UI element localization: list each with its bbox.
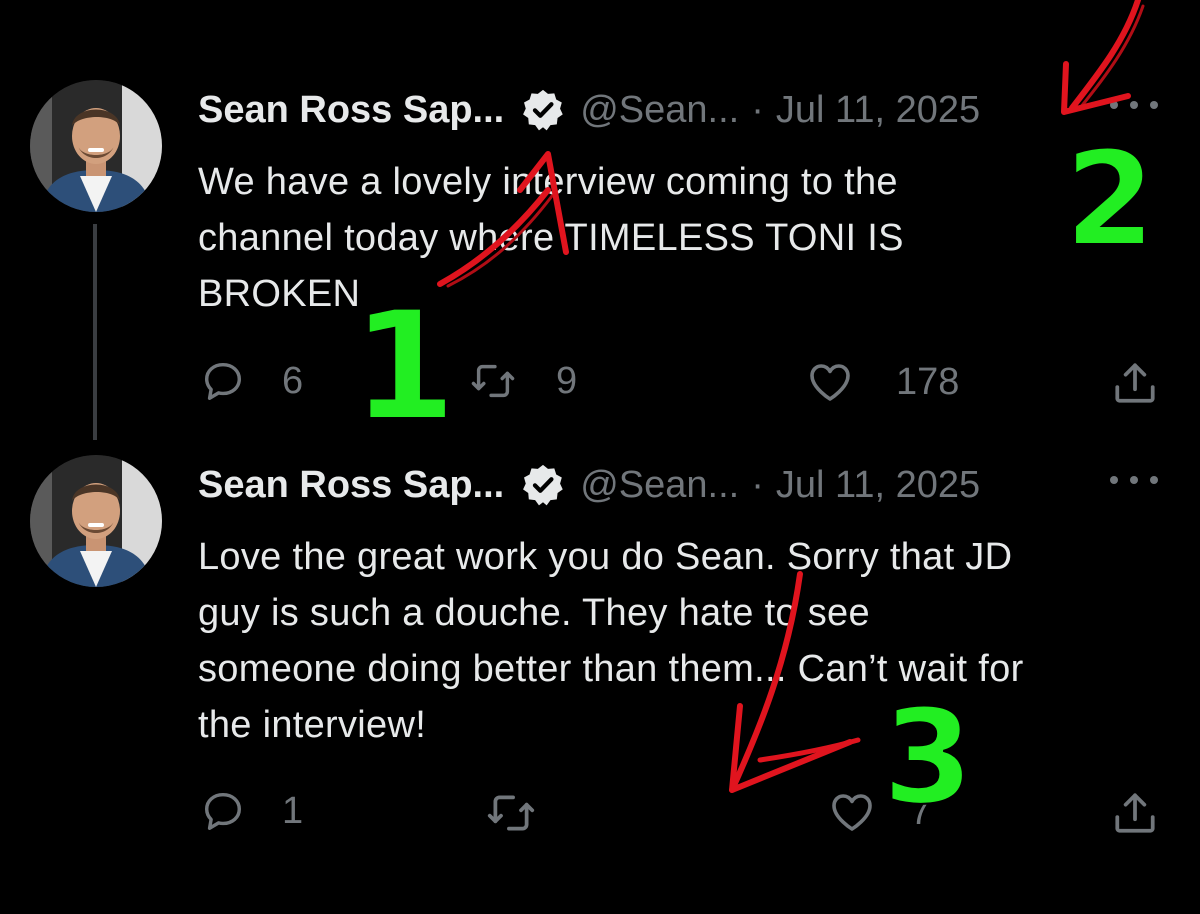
separator-dot: · [751, 463, 764, 506]
like-icon [832, 794, 872, 831]
like-button[interactable]: 178 [806, 358, 959, 406]
tweet-text: Love the great work you do Sean. Sorry t… [198, 529, 1178, 753]
share-button[interactable] [1110, 358, 1160, 408]
retweet-button[interactable]: 9 [470, 358, 577, 404]
tweet-text-line: guy is such a douche. They hate to see [198, 592, 870, 634]
separator-dot: · [751, 88, 764, 131]
like-button[interactable]: 7 [828, 788, 931, 836]
tweet-text-line: Love the great work you do Sean. Sorry t… [198, 536, 1013, 578]
thread-connector-line [93, 224, 97, 440]
verified-badge-icon [523, 89, 563, 131]
author-name[interactable]: Sean Ross Sap... [198, 89, 504, 132]
tweet-header: Sean Ross Sap... @Sean... · Jul 11, 2025 [198, 80, 980, 140]
like-icon [810, 364, 850, 401]
author-handle[interactable]: @Sean... [580, 89, 739, 132]
reply-count: 6 [282, 359, 304, 402]
thread-view: Sean Ross Sap... @Sean... · Jul 11, 2025… [0, 0, 1200, 914]
tweet-text: We have a lovely interview coming to the… [198, 154, 1178, 322]
tweet-text-line: channel today where TIMELESS TONI IS [198, 217, 904, 259]
avatar-photo [30, 80, 162, 212]
tweet-text-line: someone doing better than them... Can’t … [198, 648, 1024, 690]
more-icon[interactable] [1110, 95, 1158, 115]
share-button[interactable] [1110, 788, 1160, 838]
avatar[interactable] [30, 80, 162, 212]
retweet-icon [471, 364, 515, 398]
retweet-button[interactable] [486, 788, 570, 838]
tweet-text-line: the interview! [198, 704, 427, 746]
reply-button[interactable]: 1 [200, 788, 303, 834]
more-icon[interactable] [1110, 470, 1158, 490]
reply-icon [204, 362, 242, 400]
avatar-photo [30, 455, 162, 587]
reply-button[interactable]: 6 [200, 358, 303, 404]
author-handle[interactable]: @Sean... [580, 464, 739, 507]
share-icon [1115, 363, 1155, 403]
like-count: 7 [910, 790, 932, 833]
tweet-date[interactable]: Jul 11, 2025 [776, 89, 980, 132]
reply-icon [204, 792, 242, 830]
tweet-date[interactable]: Jul 11, 2025 [776, 464, 980, 507]
like-count: 178 [896, 360, 960, 403]
tweet-text-line: BROKEN [198, 273, 361, 315]
tweet-text-line: We have a lovely interview coming to the [198, 161, 898, 203]
verified-badge-icon [523, 464, 563, 506]
share-icon [1115, 793, 1155, 833]
retweet-count: 9 [556, 359, 578, 402]
author-name[interactable]: Sean Ross Sap... [198, 464, 504, 507]
avatar[interactable] [30, 455, 162, 587]
tweet-header: Sean Ross Sap... @Sean... · Jul 11, 2025 [198, 455, 980, 515]
reply-count: 1 [282, 789, 304, 832]
retweet-icon [487, 795, 535, 831]
